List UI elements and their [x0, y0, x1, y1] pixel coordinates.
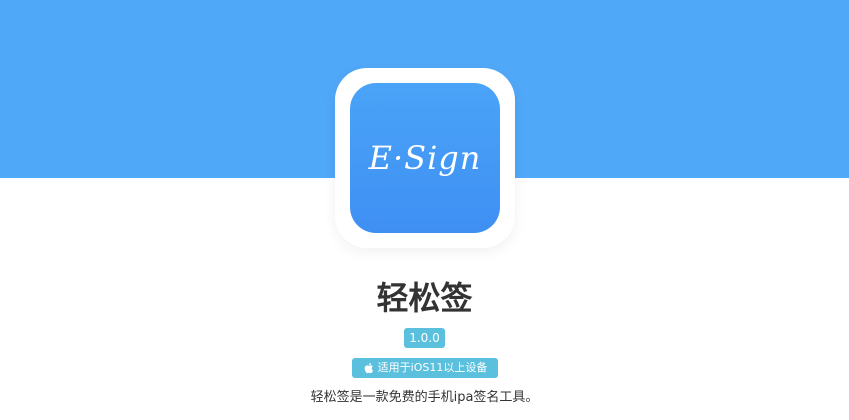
- app-download-page: E·Sign 轻松签 1.0.0 适用于iOS11以上设备 轻松签是一款免费的手…: [0, 0, 849, 420]
- compatibility-badge: 适用于iOS11以上设备: [352, 358, 498, 378]
- app-description: 轻松签是一款免费的手机ipa签名工具。: [310, 390, 539, 405]
- app-icon-frame: E·Sign: [335, 68, 515, 248]
- app-icon: E·Sign: [350, 83, 500, 233]
- version-badge: 1.0.0: [404, 328, 445, 348]
- app-icon-logo-text: E·Sign: [368, 139, 482, 177]
- compatibility-text: 适用于iOS11以上设备: [377, 361, 488, 374]
- app-name-title: 轻松签: [376, 279, 473, 317]
- apple-icon: [364, 362, 373, 374]
